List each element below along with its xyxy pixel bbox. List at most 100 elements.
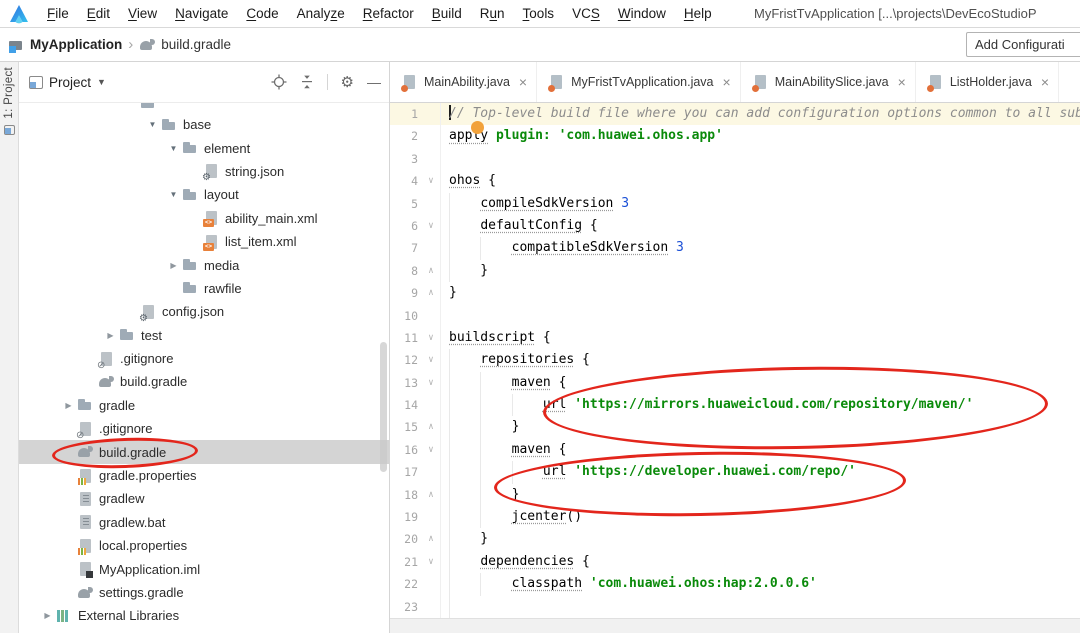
menu-window[interactable]: Window (609, 6, 675, 21)
tree-expand-open-icon[interactable]: ▼ (165, 190, 182, 199)
project-panel-title[interactable]: Project (49, 75, 91, 90)
locate-file-icon[interactable] (271, 74, 287, 90)
code-line[interactable]: 2 apply plugin: 'com.huawei.ohos.app' (390, 125, 1080, 148)
code-line[interactable]: 1 // Top-level build file where you can a… (390, 103, 1080, 126)
tree-expand-closed-icon[interactable]: ▶ (165, 261, 182, 270)
tree-item[interactable]: config.json (19, 300, 389, 324)
tree-item[interactable]: ▶ gradle (19, 394, 389, 417)
tree-item[interactable]: ▼ layout (19, 183, 389, 206)
fold-open-icon[interactable]: ∨ (422, 438, 441, 462)
tree-item[interactable]: settings.gradle (19, 581, 389, 604)
menu-refactor[interactable]: Refactor (354, 6, 423, 21)
tree-item[interactable]: MyApplication.iml (19, 557, 389, 580)
tree-item[interactable]: local.properties (19, 534, 389, 557)
add-configuration-button[interactable]: Add Configurati (966, 32, 1080, 57)
code-line[interactable]: 6 ∨ defaultConfig { (390, 214, 1080, 238)
fold-open-icon[interactable]: ∨ (422, 371, 441, 395)
breadcrumb-project[interactable]: MyApplication (30, 37, 122, 52)
project-tool-window-icon (3, 124, 15, 135)
code-line[interactable]: 4 ∨ ohos { (390, 170, 1080, 193)
tree-item[interactable]: gradlew.bat (19, 511, 389, 534)
code-line[interactable]: 22 classpath 'com.huawei.ohos:hap:2.0.0.… (390, 573, 1080, 596)
menu-build[interactable]: Build (423, 6, 471, 21)
editor-tab[interactable]: MainAbility.java × (390, 62, 538, 102)
code-line[interactable]: 16 ∨ maven { (390, 438, 1080, 462)
tree-item[interactable]: ▼ base (19, 113, 389, 136)
tree-item[interactable]: ▼ element (19, 136, 389, 159)
close-icon[interactable]: × (1041, 74, 1049, 90)
tree-item-label: list_item.xml (225, 234, 297, 250)
code-line[interactable]: 15 ∧ } (390, 416, 1080, 439)
menu-analyze[interactable]: Analyze (288, 6, 354, 21)
menu-view[interactable]: View (119, 6, 166, 21)
tree-item[interactable]: list_item.xml (19, 230, 389, 253)
code-line[interactable]: 7 compatibleSdkVersion 3 (390, 237, 1080, 260)
code-line[interactable]: 3 (390, 147, 1080, 171)
menu-code[interactable]: Code (237, 6, 287, 21)
tree-expand-open-icon[interactable]: ▼ (144, 120, 161, 129)
code-line[interactable]: 21 ∨ dependencies { (390, 550, 1080, 574)
tree-item[interactable]: gradlew (19, 487, 389, 510)
fold-open-icon[interactable]: ∨ (422, 214, 441, 238)
tree-item[interactable]: .gitignore (19, 347, 389, 371)
code-line[interactable]: 13 ∨ maven { (390, 371, 1080, 395)
fold-close-icon[interactable]: ∧ (422, 416, 441, 439)
tree-item[interactable]: build.gradle (19, 440, 389, 464)
tree-expand-closed-icon[interactable]: ▶ (60, 401, 77, 410)
code-line[interactable]: 17 url 'https://developer.huawei.com/rep… (390, 461, 1080, 484)
tree-item[interactable]: gradle.properties (19, 464, 389, 487)
tree-expand-open-icon[interactable]: ▼ (165, 144, 182, 153)
fold-open-icon[interactable]: ∨ (422, 170, 441, 193)
fold-close-icon[interactable]: ∧ (422, 282, 441, 305)
code-line[interactable]: 5 compileSdkVersion 3 (390, 192, 1080, 215)
menu-vcs[interactable]: VCS (563, 6, 609, 21)
code-line[interactable]: 23 (390, 595, 1080, 618)
tree-item[interactable]: ability_main.xml (19, 207, 389, 230)
chevron-down-icon[interactable]: ▼ (97, 77, 106, 87)
menu-run[interactable]: Run (471, 6, 514, 21)
tree-scrollbar[interactable] (380, 342, 387, 472)
fold-close-icon[interactable]: ∧ (422, 483, 441, 507)
menu-tools[interactable]: Tools (514, 6, 564, 21)
code-line[interactable]: 8 ∧ } (390, 259, 1080, 283)
code-editor[interactable]: 1 // Top-level build file where you can a… (390, 103, 1080, 633)
code-line[interactable]: 10 (390, 304, 1080, 327)
settings-gear-icon[interactable]: ⚙ (341, 75, 354, 90)
fold-open-icon[interactable]: ∨ (422, 550, 441, 574)
tree-item[interactable]: .gitignore (19, 417, 389, 441)
breadcrumb-file[interactable]: build.gradle (161, 37, 231, 52)
close-icon[interactable]: × (519, 74, 527, 90)
editor-tab[interactable]: MyFristTvApplication.java × (537, 62, 741, 102)
menu-navigate[interactable]: Navigate (166, 6, 237, 21)
fold-close-icon[interactable]: ∧ (422, 528, 441, 551)
code-line[interactable]: 18 ∧ } (390, 483, 1080, 507)
editor-tab[interactable]: MainAbilitySlice.java × (741, 62, 916, 102)
menu-edit[interactable]: Edit (78, 6, 119, 21)
tree-item[interactable]: ▶ media (19, 253, 389, 276)
editor-tab[interactable]: ListHolder.java × (916, 62, 1060, 102)
close-icon[interactable]: × (723, 74, 731, 90)
code-line[interactable]: 14 url 'https://mirrors.huaweicloud.com/… (390, 394, 1080, 417)
close-icon[interactable]: × (898, 74, 906, 90)
tree-item[interactable]: string.json (19, 160, 389, 184)
code-line[interactable]: 11 ∨ buildscript { (390, 326, 1080, 350)
project-stripe-button[interactable]: 1: Project (3, 67, 15, 119)
tree-expand-closed-icon[interactable]: ▶ (39, 611, 56, 620)
code-line[interactable]: 9 ∧} (390, 282, 1080, 305)
code-line[interactable]: 12 ∨ repositories { (390, 349, 1080, 372)
tree-item[interactable]: ▶ test (19, 324, 389, 347)
hide-panel-icon[interactable]: — (367, 75, 381, 89)
code-line[interactable]: 20 ∧ } (390, 528, 1080, 551)
fold-open-icon[interactable]: ∨ (422, 326, 441, 350)
tree-expand-closed-icon[interactable]: ▶ (102, 331, 119, 340)
tree-item[interactable] (19, 103, 389, 113)
collapse-all-icon[interactable] (300, 75, 314, 89)
fold-close-icon[interactable]: ∧ (422, 259, 441, 283)
code-line[interactable]: 19 jcenter() (390, 506, 1080, 529)
tree-item[interactable]: build.gradle (19, 370, 389, 393)
tree-item[interactable]: rawfile (19, 277, 389, 300)
menu-file[interactable]: File (38, 6, 78, 21)
fold-open-icon[interactable]: ∨ (422, 349, 441, 372)
menu-help[interactable]: Help (675, 6, 721, 21)
tree-item[interactable]: ▶ External Libraries (19, 604, 389, 627)
